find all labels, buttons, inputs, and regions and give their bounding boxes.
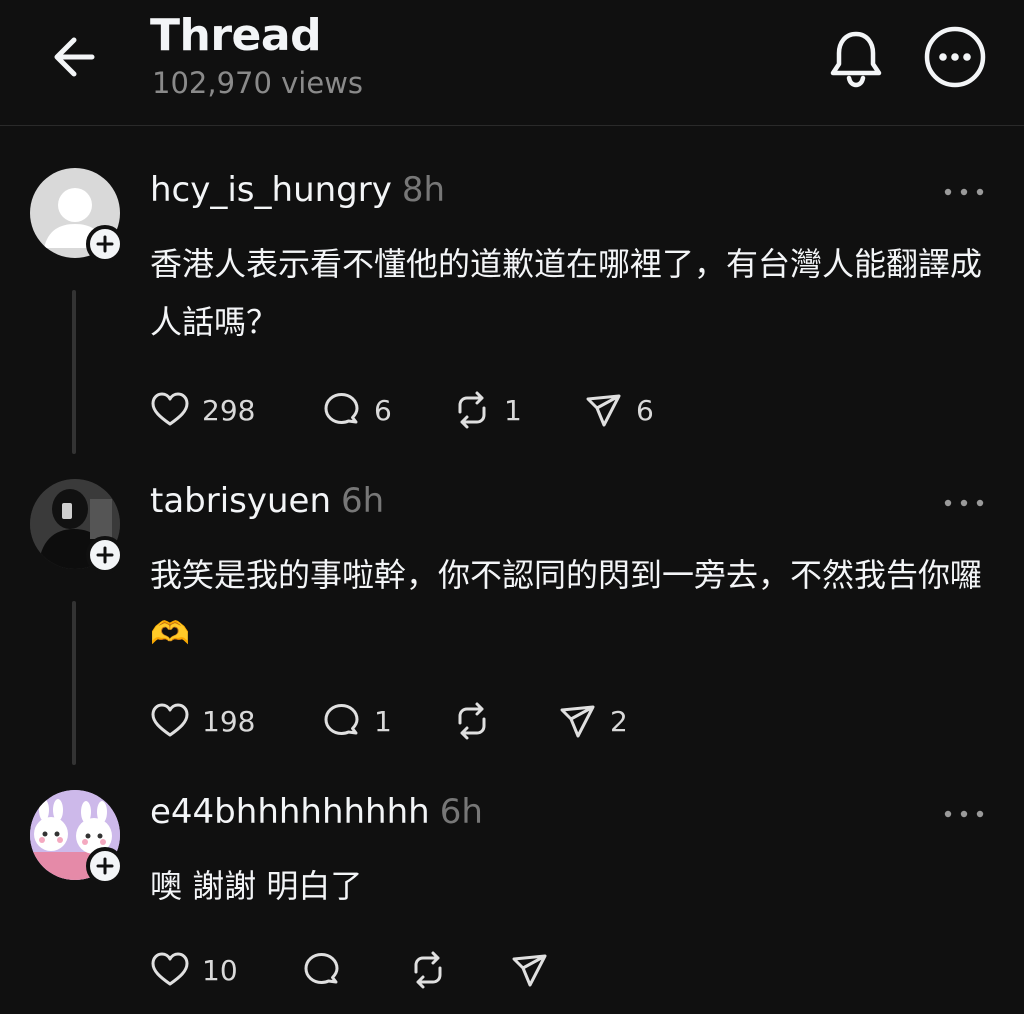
heart-icon xyxy=(151,952,189,986)
repost-button[interactable] xyxy=(408,948,448,992)
plus-icon xyxy=(96,857,114,875)
plus-icon xyxy=(96,546,114,564)
post-time: 6h xyxy=(341,481,385,521)
avatar-container xyxy=(30,168,124,263)
username[interactable]: tabrisyuen xyxy=(150,481,331,521)
username[interactable]: hcy_is_hungry xyxy=(150,170,392,210)
avatar-container xyxy=(30,790,124,885)
header: Thread 102,970 views xyxy=(0,0,1024,125)
follow-button[interactable] xyxy=(86,536,124,574)
more-options-button[interactable] xyxy=(923,25,987,89)
follow-button[interactable] xyxy=(86,225,124,263)
like-button[interactable]: 10 xyxy=(150,948,238,992)
post-more-button[interactable] xyxy=(940,802,988,826)
post-more-button[interactable] xyxy=(940,491,988,515)
share-count: 2 xyxy=(610,704,628,738)
like-button[interactable]: 198 xyxy=(150,699,255,743)
like-count: 198 xyxy=(202,704,256,738)
heart-icon xyxy=(151,703,189,737)
send-icon xyxy=(586,394,621,427)
like-count: 298 xyxy=(202,393,256,427)
page-title: Thread xyxy=(150,10,322,61)
send-icon xyxy=(560,705,595,738)
reply-button[interactable] xyxy=(302,948,342,992)
reply-button[interactable]: 1 xyxy=(322,699,392,743)
post-time: 6h xyxy=(439,792,483,832)
post-text: 我笑是我的事啦幹，你不認同的閃到一旁去，不然我告你囉🫶 xyxy=(150,556,983,652)
heart-icon xyxy=(151,392,189,426)
send-icon xyxy=(512,954,547,987)
like-button[interactable]: 298 xyxy=(150,388,255,432)
share-button[interactable]: 2 xyxy=(558,699,628,743)
post-more-button[interactable] xyxy=(940,180,988,204)
notify-button[interactable] xyxy=(826,26,886,88)
post-header: e44bhhhhhhhhh 6h xyxy=(150,792,483,832)
repost-icon xyxy=(458,391,486,429)
repost-button[interactable] xyxy=(452,699,492,743)
reply-count: 6 xyxy=(374,393,392,427)
post-time: 8h xyxy=(401,170,446,210)
reply-count: 1 xyxy=(374,704,392,738)
repost-count: 1 xyxy=(504,393,522,427)
comment-icon xyxy=(324,393,359,424)
follow-button[interactable] xyxy=(86,847,124,885)
post-text: 香港人表示看不懂他的道歉道在哪裡了，有台灣人能翻譯成人話嗎？ xyxy=(150,245,983,341)
thread-page: Thread 102,970 views hcy_is_hungry 8h 香港… xyxy=(0,0,1024,1014)
share-count: 6 xyxy=(636,393,654,427)
username[interactable]: e44bhhhhhhhhh xyxy=(150,792,430,832)
back-arrow-icon xyxy=(54,37,95,77)
post-text: 噢 謝謝 明白了 xyxy=(150,867,363,905)
more-horizontal-icon xyxy=(944,499,984,507)
plus-icon xyxy=(96,235,114,253)
header-divider xyxy=(0,125,1024,126)
repost-button[interactable]: 1 xyxy=(452,388,522,432)
comment-icon xyxy=(324,704,359,735)
post-header: tabrisyuen 6h xyxy=(150,481,384,521)
repost-icon xyxy=(458,702,486,740)
back-button[interactable] xyxy=(48,28,102,86)
thread-line xyxy=(72,601,76,765)
share-button[interactable] xyxy=(510,948,550,992)
like-count: 10 xyxy=(202,953,238,987)
more-icon xyxy=(924,26,986,88)
repost-icon xyxy=(414,951,442,989)
post-header: hcy_is_hungry 8h xyxy=(150,170,445,210)
share-button[interactable]: 6 xyxy=(584,388,654,432)
more-horizontal-icon xyxy=(944,810,984,818)
reply-button[interactable]: 6 xyxy=(322,388,392,432)
view-count: 102,970 views xyxy=(152,66,364,100)
more-horizontal-icon xyxy=(944,188,984,196)
comment-icon xyxy=(304,953,339,984)
thread-line xyxy=(72,290,76,454)
avatar-container xyxy=(30,479,124,574)
bell-icon xyxy=(830,31,882,88)
